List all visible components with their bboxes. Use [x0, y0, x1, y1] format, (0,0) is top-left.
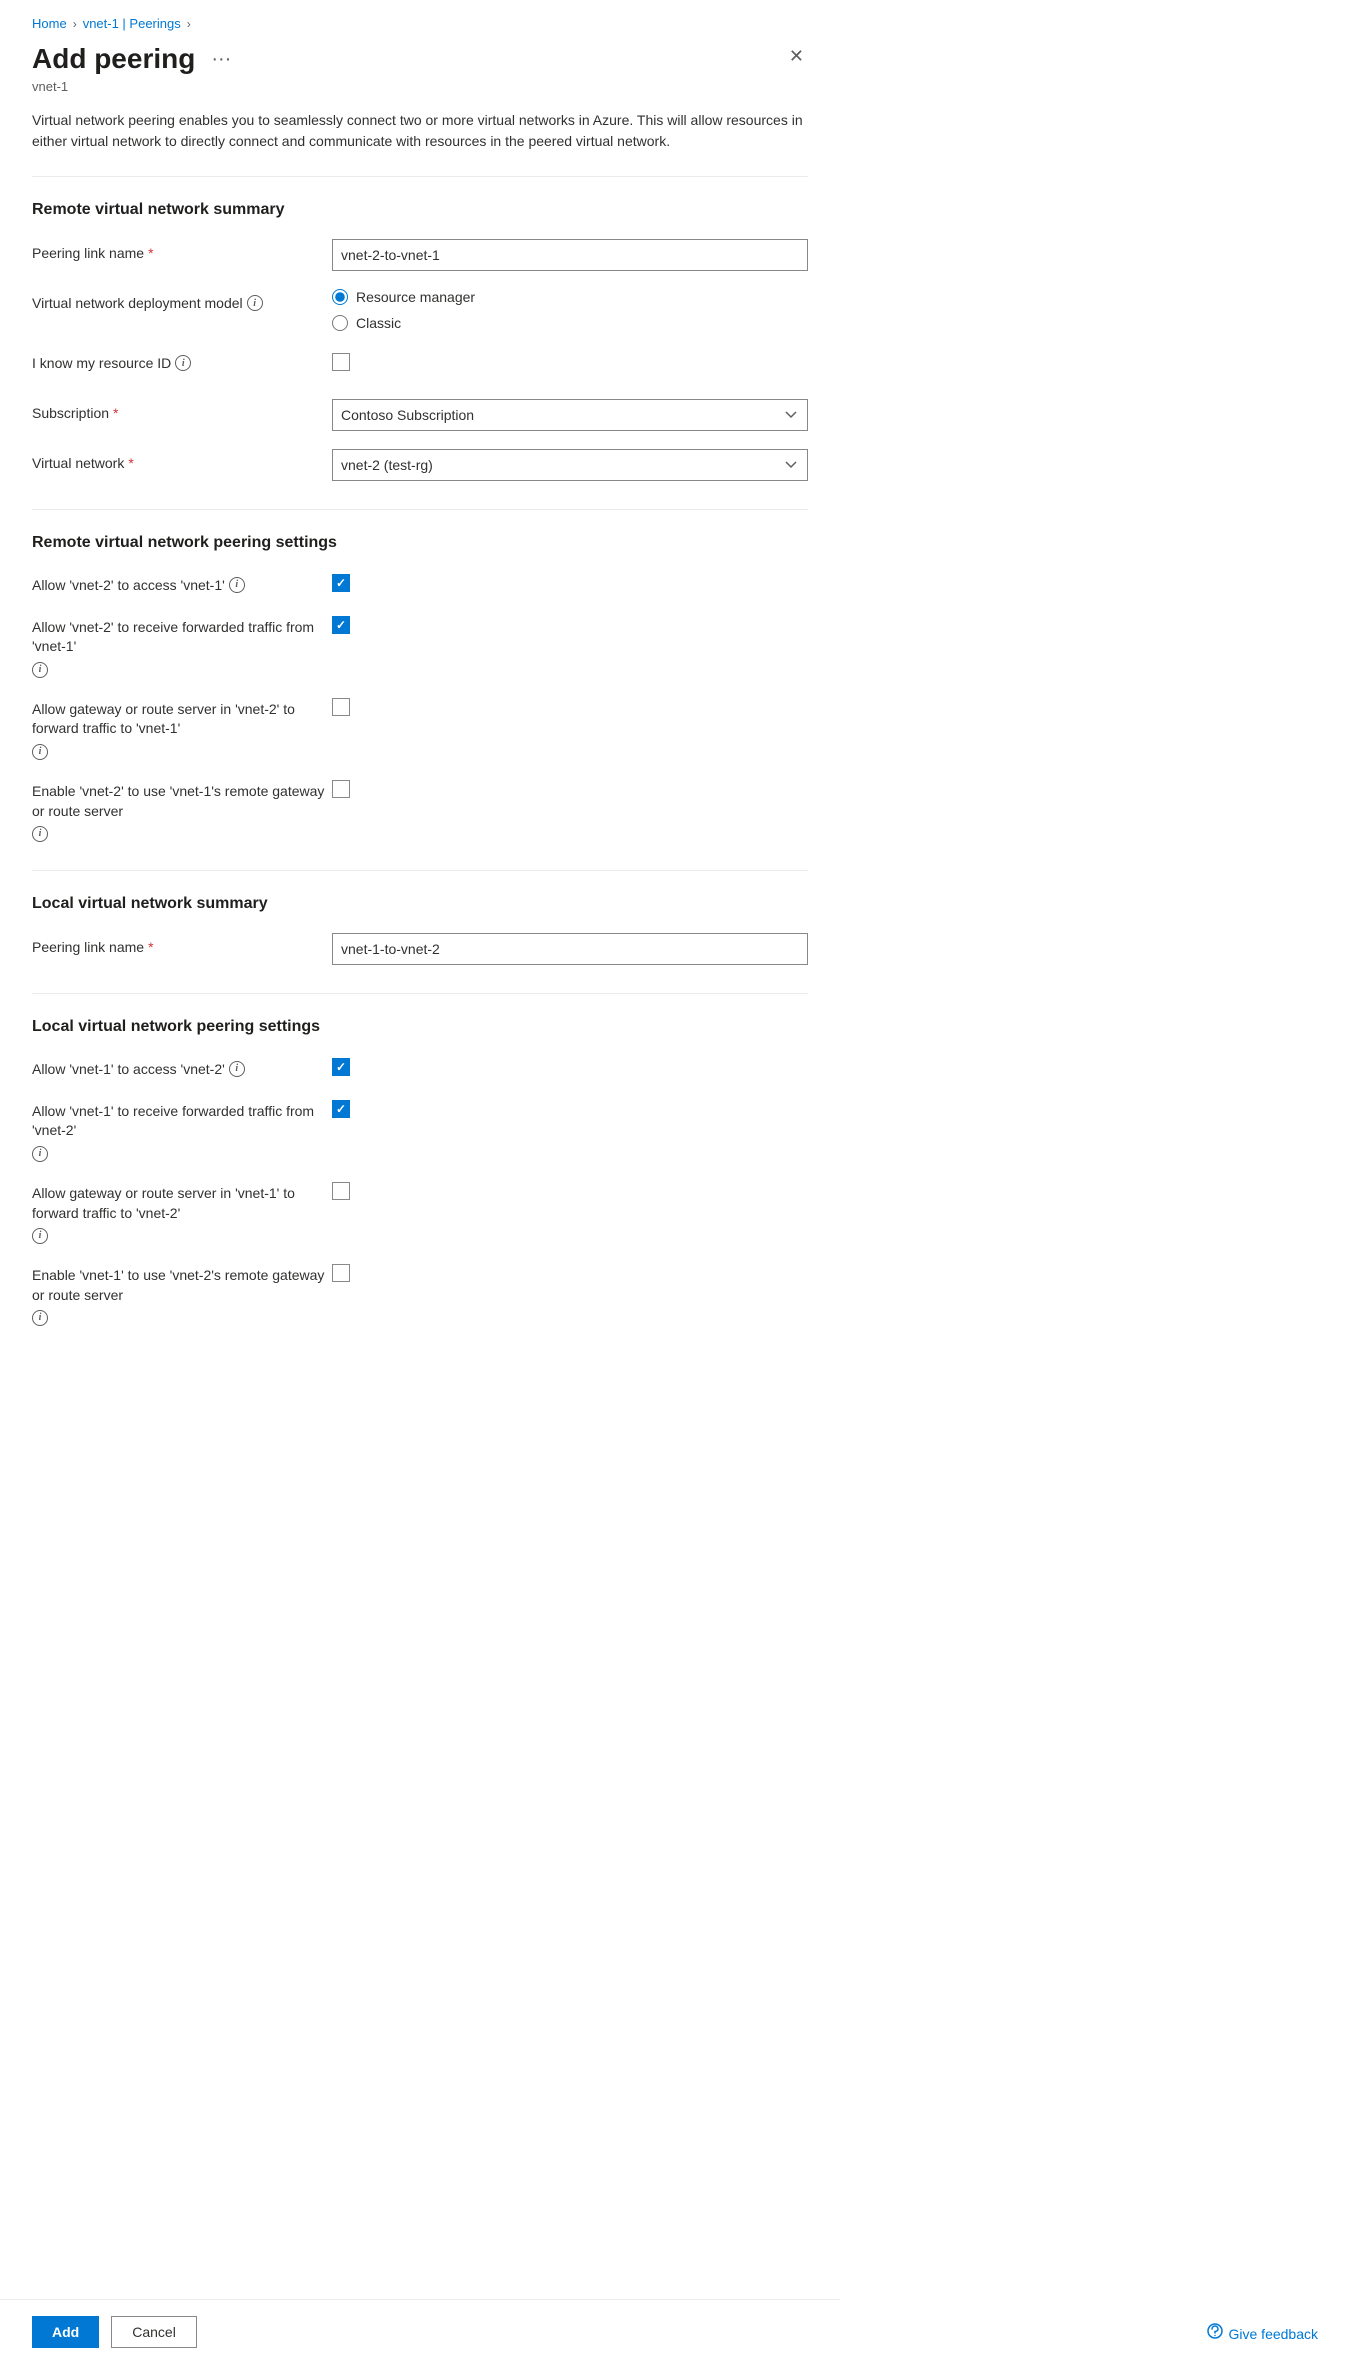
local-setting-4-checkbox[interactable]: [332, 1264, 350, 1282]
local-setting-4-label: Enable 'vnet-1' to use 'vnet-2's remote …: [32, 1262, 332, 1326]
virtual-network-control: vnet-2 (test-rg): [332, 449, 808, 481]
local-setting-2-info-icon[interactable]: i: [32, 1146, 48, 1162]
radio-classic-label: Classic: [356, 315, 401, 331]
close-button[interactable]: ✕: [785, 43, 808, 69]
local-peering-link-input[interactable]: [332, 933, 808, 965]
radio-classic[interactable]: Classic: [332, 315, 808, 331]
remote-setting-1-row: Allow 'vnet-2' to access 'vnet-1' i: [32, 572, 808, 596]
remote-setting-3-label: Allow gateway or route server in 'vnet-2…: [32, 696, 332, 760]
local-peering-link-control: [332, 933, 808, 965]
breadcrumb-separator-1: ›: [73, 17, 77, 31]
remote-setting-4-row: Enable 'vnet-2' to use 'vnet-1's remote …: [32, 778, 808, 842]
breadcrumb-vnet-peerings[interactable]: vnet-1 | Peerings: [83, 16, 181, 31]
radio-resource-manager-input[interactable]: [332, 289, 348, 305]
resource-id-label: I know my resource ID i: [32, 349, 332, 371]
remote-setting-4-label: Enable 'vnet-2' to use 'vnet-1's remote …: [32, 778, 332, 842]
breadcrumb-home[interactable]: Home: [32, 16, 67, 31]
resource-id-checkbox[interactable]: [332, 353, 350, 371]
remote-setting-3-info-icon[interactable]: i: [32, 744, 48, 760]
remote-summary-section: Remote virtual network summary Peering l…: [32, 201, 808, 481]
remote-peering-link-label: Peering link name *: [32, 239, 332, 261]
deployment-model-label: Virtual network deployment model i: [32, 289, 332, 311]
remote-setting-2-row: Allow 'vnet-2' to receive forwarded traf…: [32, 614, 808, 678]
page-title: Add peering: [32, 43, 195, 75]
remote-setting-2-label: Allow 'vnet-2' to receive forwarded traf…: [32, 614, 332, 678]
virtual-network-label: Virtual network *: [32, 449, 332, 471]
feedback-icon: [1207, 2323, 1223, 2344]
remote-setting-4-info-icon[interactable]: i: [32, 826, 48, 842]
cancel-button[interactable]: Cancel: [111, 2316, 197, 2348]
local-peering-settings-section: Local virtual network peering settings A…: [32, 1018, 808, 1326]
subscription-required-star: *: [113, 405, 118, 421]
local-setting-1-label: Allow 'vnet-1' to access 'vnet-2' i: [32, 1056, 332, 1080]
local-peering-link-label: Peering link name *: [32, 933, 332, 955]
local-setting-4-row: Enable 'vnet-1' to use 'vnet-2's remote …: [32, 1262, 808, 1326]
breadcrumb-separator-2: ›: [187, 17, 191, 31]
remote-setting-1-info-icon[interactable]: i: [229, 577, 245, 593]
remote-peering-settings-title: Remote virtual network peering settings: [32, 534, 808, 552]
deployment-model-radio-group: Resource manager Classic: [332, 289, 808, 331]
give-feedback-link[interactable]: Give feedback: [1207, 2323, 1319, 2344]
resource-id-control: [332, 349, 808, 371]
local-setting-4-info-icon[interactable]: i: [32, 1310, 48, 1326]
resource-id-info-icon[interactable]: i: [175, 355, 191, 371]
add-button[interactable]: Add: [32, 2316, 99, 2348]
remote-setting-4-checkbox[interactable]: [332, 780, 350, 798]
virtual-network-row: Virtual network * vnet-2 (test-rg): [32, 449, 808, 481]
required-star: *: [148, 245, 153, 261]
local-peering-settings-title: Local virtual network peering settings: [32, 1018, 808, 1036]
section-divider-2: [32, 870, 808, 871]
local-setting-1-info-icon[interactable]: i: [229, 1061, 245, 1077]
more-options-icon[interactable]: ···: [205, 46, 237, 73]
breadcrumb: Home › vnet-1 | Peerings ›: [32, 16, 808, 31]
remote-summary-title: Remote virtual network summary: [32, 201, 808, 219]
vnet-required-star: *: [128, 455, 133, 471]
local-required-star: *: [148, 939, 153, 955]
remote-setting-2-checkbox[interactable]: [332, 616, 350, 634]
feedback-label: Give feedback: [1229, 2326, 1319, 2342]
local-setting-2-label: Allow 'vnet-1' to receive forwarded traf…: [32, 1098, 332, 1162]
local-setting-3-checkbox[interactable]: [332, 1182, 350, 1200]
subscription-control: Contoso Subscription: [332, 399, 808, 431]
deployment-model-row: Virtual network deployment model i Resou…: [32, 289, 808, 331]
subscription-row: Subscription * Contoso Subscription: [32, 399, 808, 431]
section-divider-3: [32, 993, 808, 994]
radio-resource-manager[interactable]: Resource manager: [332, 289, 808, 305]
local-setting-1-row: Allow 'vnet-1' to access 'vnet-2' i: [32, 1056, 808, 1080]
local-setting-3-label: Allow gateway or route server in 'vnet-1…: [32, 1180, 332, 1244]
subscription-select[interactable]: Contoso Subscription: [332, 399, 808, 431]
local-setting-3-row: Allow gateway or route server in 'vnet-1…: [32, 1180, 808, 1244]
radio-resource-manager-label: Resource manager: [356, 289, 475, 305]
section-divider-1: [32, 509, 808, 510]
page-subtitle: vnet-1: [32, 79, 808, 94]
local-summary-title: Local virtual network summary: [32, 895, 808, 913]
local-setting-2-row: Allow 'vnet-1' to receive forwarded traf…: [32, 1098, 808, 1162]
remote-setting-3-checkbox[interactable]: [332, 698, 350, 716]
remote-peering-link-row: Peering link name *: [32, 239, 808, 271]
footer: Add Cancel: [0, 2299, 840, 2364]
remote-setting-1-checkbox[interactable]: [332, 574, 350, 592]
page-description: Virtual network peering enables you to s…: [32, 110, 808, 177]
local-setting-1-checkbox[interactable]: [332, 1058, 350, 1076]
virtual-network-select[interactable]: vnet-2 (test-rg): [332, 449, 808, 481]
title-area: Add peering ···: [32, 43, 237, 75]
resource-id-row: I know my resource ID i: [32, 349, 808, 381]
page-header: Add peering ··· ✕: [32, 43, 808, 75]
remote-setting-2-info-icon[interactable]: i: [32, 662, 48, 678]
resource-id-checkbox-container: [332, 349, 808, 371]
deployment-model-control: Resource manager Classic: [332, 289, 808, 331]
remote-setting-3-row: Allow gateway or route server in 'vnet-2…: [32, 696, 808, 760]
local-peering-link-row: Peering link name *: [32, 933, 808, 965]
local-setting-2-checkbox[interactable]: [332, 1100, 350, 1118]
radio-classic-input[interactable]: [332, 315, 348, 331]
local-setting-3-info-icon[interactable]: i: [32, 1228, 48, 1244]
remote-setting-1-label: Allow 'vnet-2' to access 'vnet-1' i: [32, 572, 332, 596]
remote-peering-link-control: [332, 239, 808, 271]
subscription-label: Subscription *: [32, 399, 332, 421]
remote-peering-link-input[interactable]: [332, 239, 808, 271]
local-summary-section: Local virtual network summary Peering li…: [32, 895, 808, 965]
deployment-model-info-icon[interactable]: i: [247, 295, 263, 311]
remote-peering-settings-section: Remote virtual network peering settings …: [32, 534, 808, 842]
